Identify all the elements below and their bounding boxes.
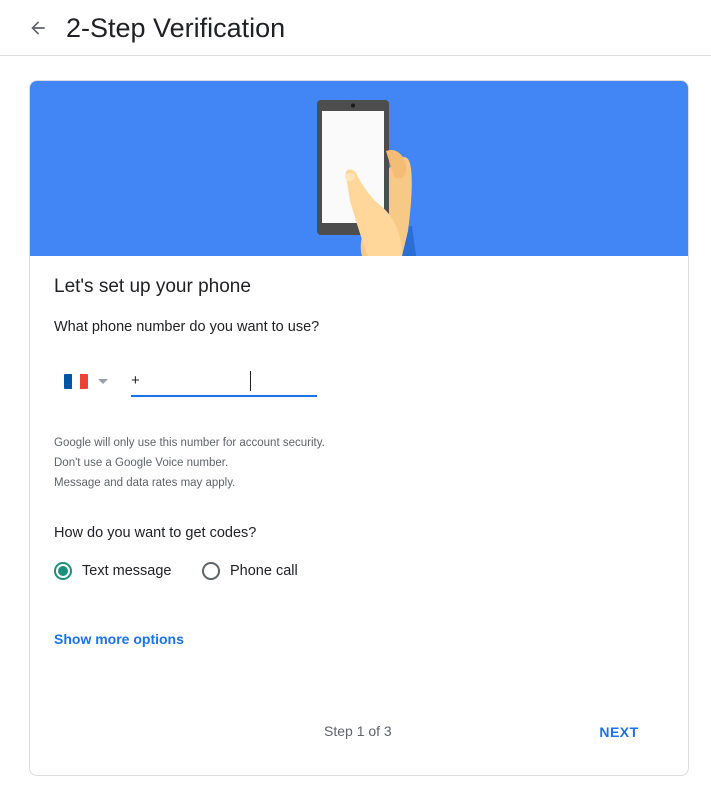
radio-option-phone-call[interactable]: Phone call — [202, 562, 298, 580]
caret-down-icon — [98, 378, 108, 384]
radio-option-text-message[interactable]: Text message — [54, 562, 171, 580]
top-bar: 2-Step Verification — [0, 0, 711, 56]
help-line: Message and data rates may apply. — [54, 477, 236, 489]
hand-holding-phone-illustration — [317, 100, 416, 256]
show-more-options-link[interactable]: Show more options — [54, 631, 184, 647]
radio-label: Text message — [82, 563, 172, 579]
hero-banner — [30, 81, 688, 256]
phone-number-input[interactable] — [131, 365, 317, 397]
setup-card: Let's set up your phone What phone numbe… — [29, 80, 689, 776]
radio-label: Phone call — [230, 563, 298, 579]
radio-button-checked[interactable] — [54, 562, 72, 580]
radio-button-unchecked[interactable] — [202, 562, 220, 580]
flag-france-icon — [64, 373, 88, 389]
codes-question: How do you want to get codes? — [54, 525, 257, 541]
phone-question: What phone number do you want to use? — [54, 319, 320, 335]
step-indicator: Step 1 of 3 — [324, 723, 392, 739]
help-text: Google will only use this number for acc… — [54, 433, 325, 493]
country-select[interactable] — [64, 371, 114, 391]
setup-title: Let's set up your phone — [54, 276, 251, 297]
text-cursor — [250, 371, 251, 391]
help-line: Don't use a Google Voice number. — [54, 457, 229, 469]
help-line: Google will only use this number for acc… — [54, 437, 325, 449]
next-button[interactable]: NEXT — [593, 717, 645, 747]
arrow-back-icon — [31, 21, 45, 35]
page-title: 2-Step Verification — [66, 13, 286, 43]
back-button[interactable] — [24, 14, 52, 42]
